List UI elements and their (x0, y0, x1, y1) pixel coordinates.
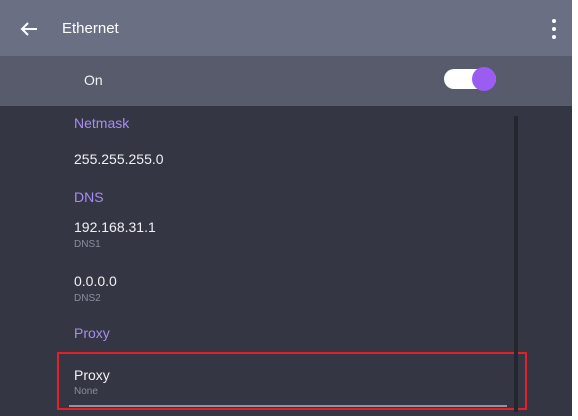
ethernet-switch-row[interactable]: On (0, 56, 572, 106)
proxy-item[interactable]: Proxy None (57, 352, 527, 410)
list-scrollbar[interactable] (514, 116, 518, 412)
more-vert-icon (552, 19, 556, 39)
section-header-netmask: Netmask (74, 115, 130, 131)
page-title: Ethernet (62, 20, 119, 37)
arrow-left-icon (20, 22, 37, 36)
toggle-thumb (472, 67, 496, 91)
back-button[interactable] (20, 18, 52, 40)
more-options-button[interactable] (546, 16, 562, 42)
section-header-proxy: Proxy (74, 325, 110, 341)
dns1-label: DNS1 (74, 239, 101, 250)
proxy-underline (69, 405, 507, 407)
netmask-value: 255.255.255.0 (74, 151, 164, 167)
dns2-value: 0.0.0.0 (74, 273, 117, 289)
ethernet-toggle[interactable] (444, 67, 496, 91)
dns2-label: DNS2 (74, 293, 101, 304)
dns1-value: 192.168.31.1 (74, 219, 156, 235)
proxy-value: None (74, 386, 98, 397)
proxy-title: Proxy (74, 367, 110, 383)
settings-list: Netmask 255.255.255.0 DNS 192.168.31.1 D… (0, 106, 572, 416)
switch-label: On (84, 72, 103, 88)
app-bar: Ethernet (0, 0, 572, 56)
dns2-item[interactable] (60, 266, 510, 312)
section-header-dns: DNS (74, 189, 104, 205)
ethernet-settings-screen: Ethernet On Netmask 255.255.255.0 DNS 19… (0, 0, 572, 416)
